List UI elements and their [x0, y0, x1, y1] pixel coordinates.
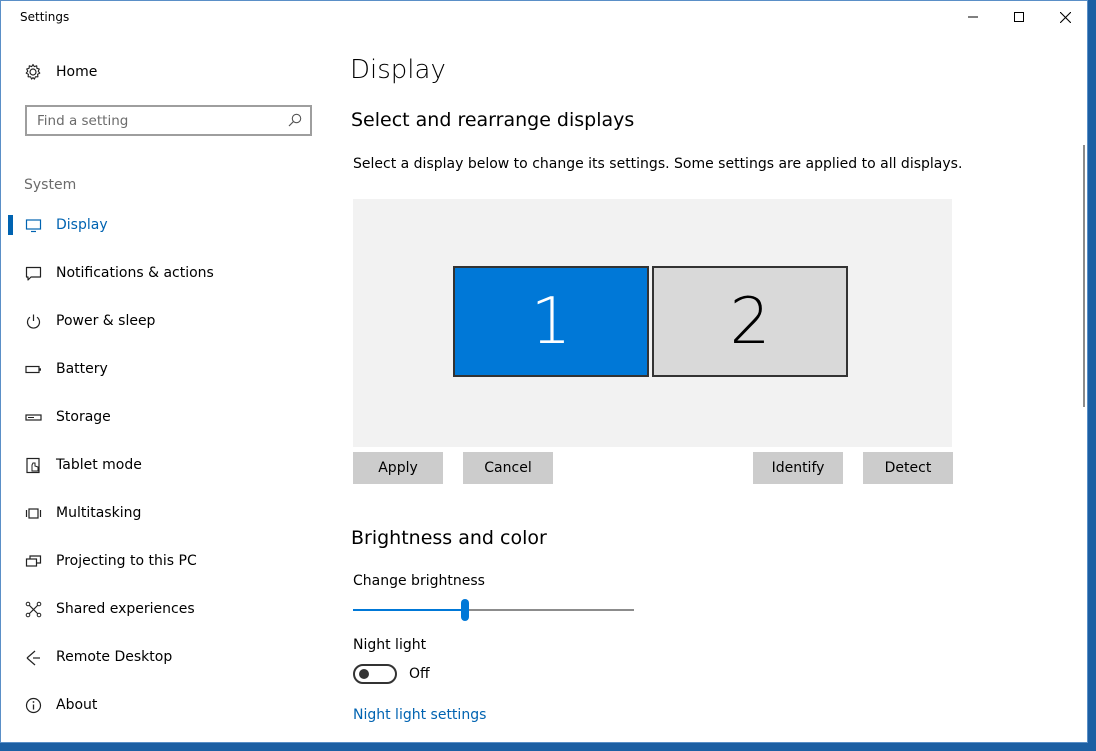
- brightness-heading: Brightness and color: [351, 527, 547, 549]
- search-box: [25, 105, 312, 136]
- main-content: Display Select and rearrange displays Se…: [331, 33, 1087, 742]
- cancel-button[interactable]: Cancel: [463, 452, 553, 484]
- night-light-state: Off: [409, 666, 430, 682]
- night-light-settings-link[interactable]: Night light settings: [353, 707, 486, 723]
- sidebar-item-display[interactable]: Display: [1, 201, 331, 249]
- sidebar-item-label: Storage: [56, 409, 111, 425]
- maximize-icon: [1014, 12, 1024, 22]
- title-bar: Settings: [1, 1, 1087, 33]
- close-icon: [1059, 11, 1071, 23]
- identify-button[interactable]: Identify: [753, 452, 843, 484]
- brightness-slider[interactable]: [353, 599, 634, 621]
- monitor-2[interactable]: 2: [652, 266, 848, 377]
- battery-icon: [25, 361, 42, 378]
- minimize-button[interactable]: [950, 1, 996, 33]
- sidebar-item-label: Battery: [56, 361, 108, 377]
- apply-button[interactable]: Apply: [353, 452, 443, 484]
- sidebar-item-notifications[interactable]: Notifications & actions: [1, 249, 331, 297]
- sidebar-item-label: Multitasking: [56, 505, 142, 521]
- night-light-toggle-row: Off: [353, 664, 430, 684]
- slider-fill: [353, 609, 465, 611]
- sidebar-item-label: Notifications & actions: [56, 265, 214, 281]
- arrange-description: Select a display below to change its set…: [353, 156, 963, 172]
- sidebar-item-tablet-mode[interactable]: Tablet mode: [1, 441, 331, 489]
- storage-icon: [25, 409, 42, 426]
- notifications-icon: [25, 265, 42, 282]
- slider-thumb[interactable]: [461, 599, 469, 621]
- page-title: Display: [350, 55, 446, 85]
- sidebar-item-label: Display: [56, 217, 108, 233]
- sidebar-item-label: Tablet mode: [56, 457, 142, 473]
- settings-window: Settings Home System: [0, 0, 1088, 743]
- maximize-button[interactable]: [996, 1, 1042, 33]
- detect-button[interactable]: Detect: [863, 452, 953, 484]
- night-light-label: Night light: [353, 637, 427, 653]
- tablet-mode-icon: [25, 457, 42, 474]
- sidebar-item-label: Power & sleep: [56, 313, 156, 329]
- home-label: Home: [56, 64, 98, 80]
- sidebar-item-power-sleep[interactable]: Power & sleep: [1, 297, 331, 345]
- sidebar-nav: Display Notifications & actions Power & …: [1, 201, 331, 729]
- search-icon: [288, 113, 302, 127]
- info-icon: [25, 697, 42, 714]
- brightness-label: Change brightness: [353, 573, 485, 589]
- sidebar-item-label: About: [56, 697, 98, 713]
- sidebar-item-shared-experiences[interactable]: Shared experiences: [1, 585, 331, 633]
- toggle-knob: [359, 669, 369, 679]
- sidebar-item-label: Shared experiences: [56, 601, 195, 617]
- sidebar-item-label: Remote Desktop: [56, 649, 173, 665]
- power-icon: [25, 313, 42, 330]
- section-label-system: System: [24, 177, 77, 193]
- sidebar-item-about[interactable]: About: [1, 681, 331, 729]
- sidebar-item-storage[interactable]: Storage: [1, 393, 331, 441]
- close-button[interactable]: [1042, 1, 1087, 33]
- multitasking-icon: [25, 505, 42, 522]
- arrange-heading: Select and rearrange displays: [351, 109, 635, 131]
- projecting-icon: [25, 553, 42, 570]
- sidebar-item-remote-desktop[interactable]: Remote Desktop: [1, 633, 331, 681]
- home-nav-item[interactable]: Home: [24, 63, 97, 81]
- search-input[interactable]: [37, 111, 282, 131]
- sidebar-item-multitasking[interactable]: Multitasking: [1, 489, 331, 537]
- minimize-icon: [968, 16, 978, 18]
- sidebar: Home System Display Notifications & act: [1, 33, 331, 742]
- display-icon: [25, 217, 42, 234]
- display-arrangement-area: 1 2: [353, 199, 952, 447]
- remote-desktop-icon: [25, 649, 42, 666]
- sidebar-item-label: Projecting to this PC: [56, 553, 197, 569]
- gear-icon: [25, 63, 41, 80]
- sidebar-item-projecting[interactable]: Projecting to this PC: [1, 537, 331, 585]
- night-light-toggle[interactable]: [353, 664, 397, 684]
- scrollbar[interactable]: [1083, 145, 1085, 407]
- monitor-1[interactable]: 1: [453, 266, 649, 377]
- window-title: Settings: [20, 10, 70, 24]
- sidebar-item-battery[interactable]: Battery: [1, 345, 331, 393]
- shared-experiences-icon: [25, 601, 42, 618]
